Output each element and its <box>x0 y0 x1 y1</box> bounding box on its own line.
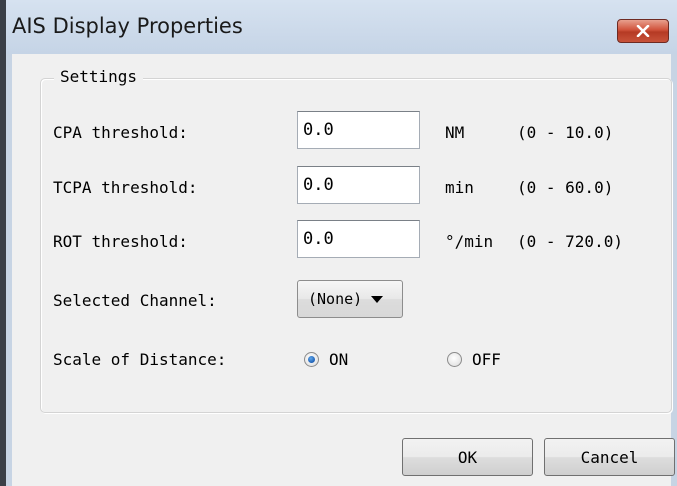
tcpa-threshold-input[interactable] <box>297 166 420 204</box>
radio-selected-dot-icon <box>308 356 315 363</box>
tcpa-unit-label: min <box>445 178 474 197</box>
close-button[interactable] <box>617 19 669 43</box>
rot-threshold-input[interactable] <box>297 220 420 258</box>
scale-of-distance-label: Scale of Distance: <box>53 350 227 369</box>
cpa-unit-label: NM <box>445 123 465 142</box>
ok-button[interactable]: OK <box>402 438 533 476</box>
settings-group-label: Settings <box>54 67 144 86</box>
channel-dropdown[interactable]: (None) <box>297 280 403 318</box>
tcpa-threshold-label: TCPA threshold: <box>53 178 198 197</box>
scale-off-radio[interactable]: OFF <box>447 350 501 369</box>
cpa-threshold-input[interactable] <box>297 111 420 149</box>
dialog-window: AIS Display Properties Settings CPA thre… <box>0 0 677 486</box>
cancel-button[interactable]: Cancel <box>544 438 675 476</box>
radio-button-icon <box>447 352 462 367</box>
cpa-range-label: (0 - 10.0) <box>517 123 614 142</box>
scale-on-radio[interactable]: ON <box>304 350 348 369</box>
radio-button-icon <box>304 352 319 367</box>
selected-channel-label: Selected Channel: <box>53 291 217 310</box>
title-bar[interactable]: AIS Display Properties <box>6 0 677 54</box>
tcpa-range-label: (0 - 60.0) <box>517 178 614 197</box>
scale-off-label: OFF <box>472 350 501 369</box>
scale-on-label: ON <box>329 350 349 369</box>
channel-dropdown-value: (None) <box>308 290 363 308</box>
chevron-down-icon <box>371 295 384 303</box>
rot-threshold-label: ROT threshold: <box>53 232 188 251</box>
window-title: AIS Display Properties <box>12 14 243 38</box>
rot-unit-label: °/min <box>445 232 494 251</box>
dialog-body: Settings CPA threshold: NM (0 - 10.0) TC… <box>12 54 675 486</box>
cpa-threshold-label: CPA threshold: <box>53 123 188 142</box>
rot-range-label: (0 - 720.0) <box>517 232 623 251</box>
close-x-icon <box>636 25 650 37</box>
